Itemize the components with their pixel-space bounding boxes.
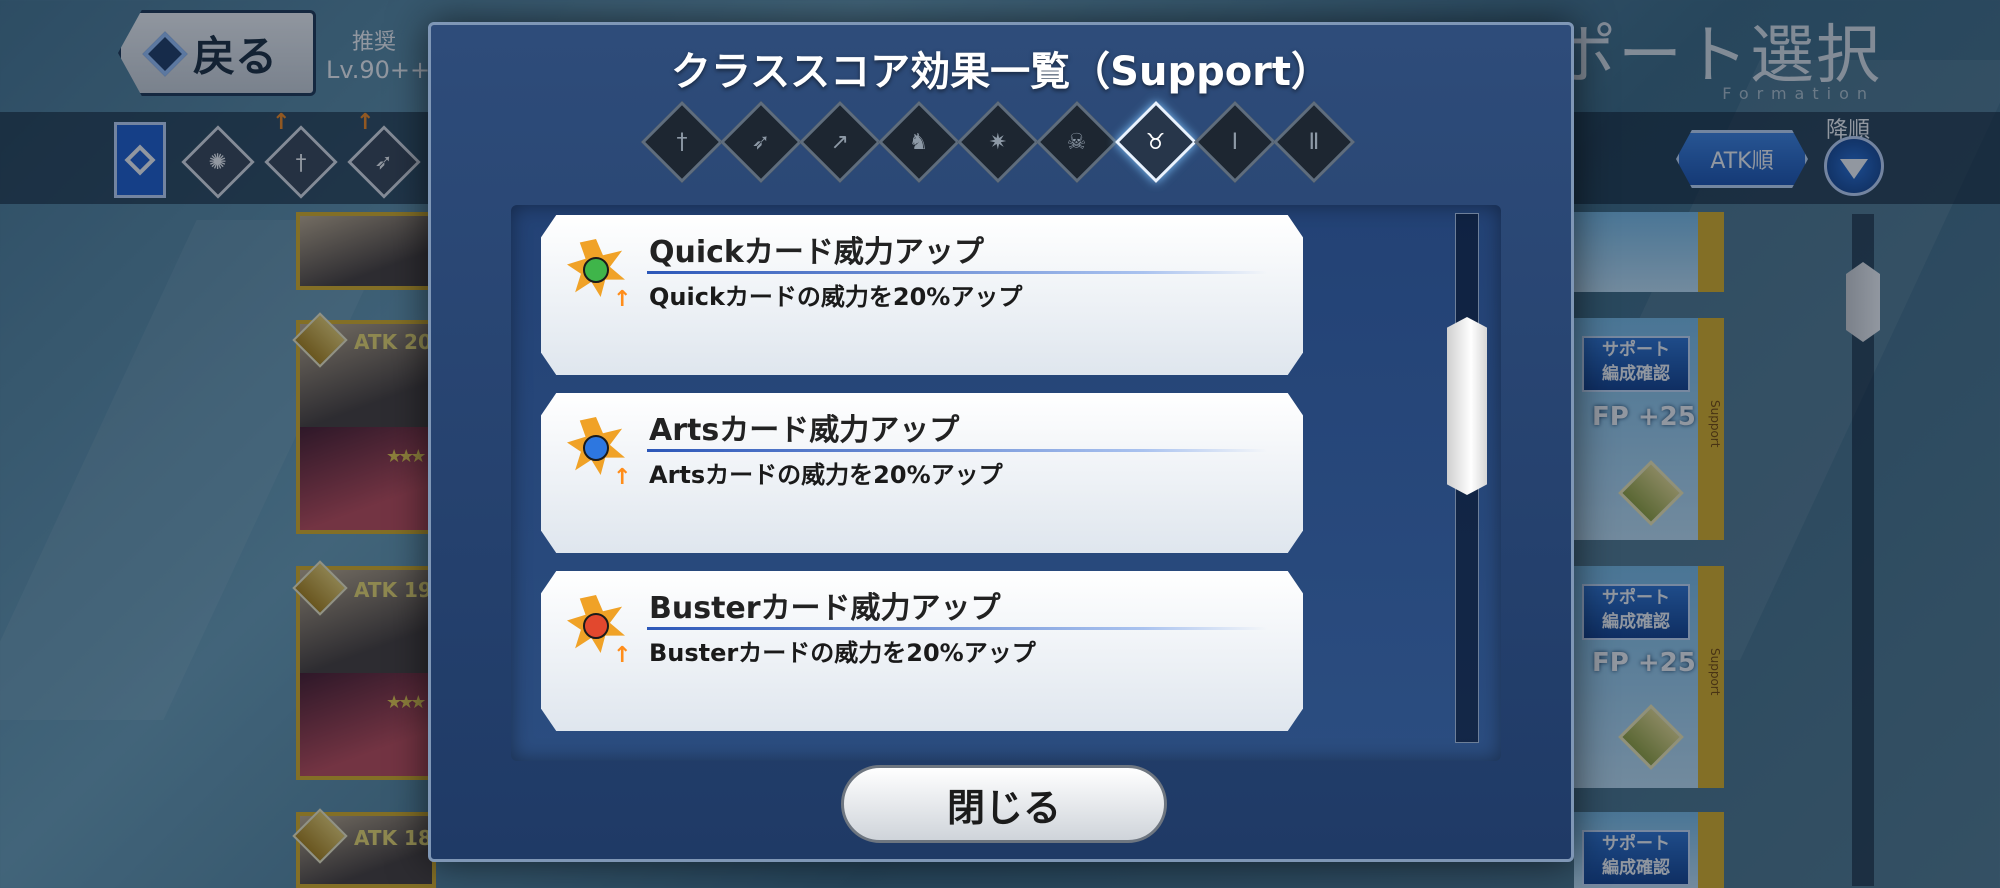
effect-name: Artsカード威力アップ bbox=[649, 413, 960, 448]
lancer-icon[interactable]: ↗ bbox=[798, 100, 882, 184]
effect-card-buster: ↑ Busterカード威力アップ Busterカードの威力を20%アップ bbox=[541, 571, 1303, 731]
divider bbox=[647, 449, 1267, 452]
arts-core-icon bbox=[583, 435, 609, 461]
up-arrow-icon: ↑ bbox=[613, 287, 632, 312]
berserker-icon[interactable]: ♉ bbox=[1114, 100, 1198, 184]
effect-name: Busterカード威力アップ bbox=[649, 591, 1001, 626]
extra1-icon[interactable]: Ⅰ bbox=[1193, 100, 1277, 184]
effect-name: Quickカード威力アップ bbox=[649, 235, 984, 270]
up-arrow-icon: ↑ bbox=[613, 643, 632, 668]
divider bbox=[647, 271, 1267, 274]
caster-icon[interactable]: ✷ bbox=[956, 100, 1040, 184]
assassin-icon[interactable]: ☠ bbox=[1035, 100, 1119, 184]
up-arrow-icon: ↑ bbox=[613, 465, 632, 490]
rider-icon[interactable]: ♞ bbox=[877, 100, 961, 184]
modal-scrollbar-thumb[interactable] bbox=[1447, 317, 1487, 495]
effect-card-quick: ↑ Quickカード威力アップ Quickカードの威力を20%アップ bbox=[541, 215, 1303, 375]
close-button[interactable]: 閉じる bbox=[841, 765, 1167, 843]
buster-core-icon bbox=[583, 613, 609, 639]
effect-card-arts: ↑ Artsカード威力アップ Artsカードの威力を20%アップ bbox=[541, 393, 1303, 553]
saber-icon[interactable]: † bbox=[640, 100, 724, 184]
archer-icon[interactable]: ➶ bbox=[719, 100, 803, 184]
effect-description: Quickカードの威力を20%アップ bbox=[649, 283, 1023, 311]
quick-core-icon bbox=[583, 257, 609, 283]
class-score-modal: クラススコア効果一覧（Support） † ➶ ↗ ♞ ✷ ☠ ♉ Ⅰ Ⅱ ↑ … bbox=[428, 22, 1574, 862]
extra2-icon[interactable]: Ⅱ bbox=[1272, 100, 1356, 184]
effect-description: Artsカードの威力を20%アップ bbox=[649, 461, 1003, 489]
effect-description: Busterカードの威力を20%アップ bbox=[649, 639, 1036, 667]
class-tab-row: † ➶ ↗ ♞ ✷ ☠ ♉ Ⅰ Ⅱ bbox=[431, 100, 1571, 185]
modal-title: クラススコア効果一覧（Support） bbox=[670, 49, 1332, 95]
divider bbox=[647, 627, 1267, 630]
